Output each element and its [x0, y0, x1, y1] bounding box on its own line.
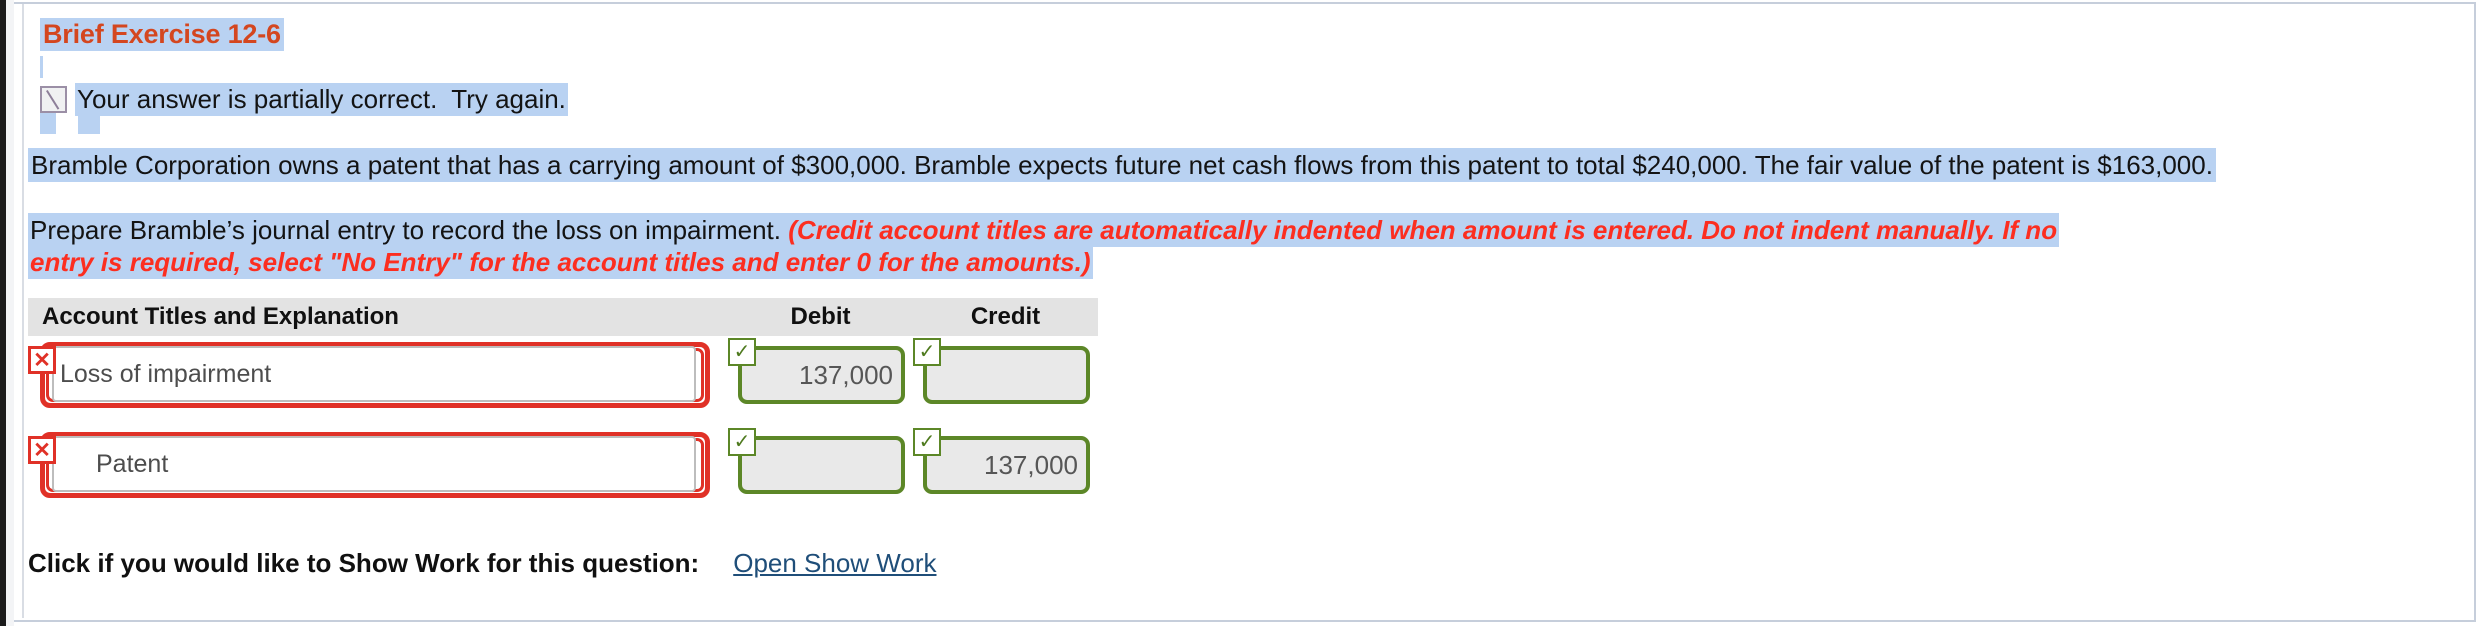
page-title: Brief Exercise 12-6: [40, 18, 284, 51]
incorrect-x-icon: ✕: [28, 346, 56, 374]
exercise-content: Brief Exercise 12-6 Your answer is parti…: [28, 0, 2460, 626]
debit-cell: ✓ 137,000: [728, 338, 913, 404]
correct-check-icon: ✓: [913, 338, 941, 366]
selection-caret-artifact: [40, 56, 43, 78]
content-left-rule: [22, 4, 24, 618]
column-header-credit: Credit: [970, 303, 1041, 330]
table-row: ✕ Loss of impairment ✓ 137,000 ✓: [28, 336, 1098, 426]
instruction-text: Prepare Bramble’s journal entry to recor…: [30, 215, 789, 245]
journal-entry-table: Account Titles and Explanation Debit Cre…: [28, 298, 1098, 516]
table-row: ✕ Patent ✓ ✓ 137,000: [28, 426, 1098, 516]
answer-status: Your answer is partially correct. Try ag…: [40, 82, 568, 116]
credit-cell: ✓: [913, 338, 1098, 404]
correct-check-icon: ✓: [728, 338, 756, 366]
column-header-account: Account Titles and Explanation: [42, 303, 399, 330]
partially-correct-slash-icon: [40, 85, 67, 113]
journal-header-row: Account Titles and Explanation Debit Cre…: [28, 298, 1098, 336]
correct-check-icon: ✓: [913, 428, 941, 456]
correct-check-icon: ✓: [728, 428, 756, 456]
account-cell: ✕ Loss of impairment: [28, 342, 728, 408]
debit-input[interactable]: [738, 436, 905, 494]
problem-instruction: Prepare Bramble’s journal entry to recor…: [28, 213, 2108, 279]
show-work-label: Click if you would like to Show Work for…: [28, 548, 700, 578]
account-cell: ✕ Patent: [28, 432, 728, 498]
credit-input[interactable]: [923, 346, 1090, 404]
open-show-work-link[interactable]: Open Show Work: [733, 548, 936, 579]
debit-input[interactable]: 137,000: [738, 346, 905, 404]
show-work-section: Click if you would like to Show Work for…: [28, 548, 937, 579]
answer-status-text: Your answer is partially correct. Try ag…: [75, 82, 568, 116]
window-left-gutter: [6, 0, 14, 626]
debit-cell: ✓: [728, 428, 913, 494]
exercise-page: Brief Exercise 12-6 Your answer is parti…: [0, 0, 2484, 626]
credit-cell: ✓ 137,000: [913, 428, 1098, 494]
problem-fact-text: Bramble Corporation owns a patent that h…: [28, 148, 2216, 182]
incorrect-x-icon: ✕: [28, 436, 56, 464]
account-title-select[interactable]: Patent: [52, 436, 696, 492]
column-header-debit: Debit: [790, 303, 851, 330]
account-title-select[interactable]: Loss of impairment: [52, 346, 696, 402]
credit-input[interactable]: 137,000: [923, 436, 1090, 494]
